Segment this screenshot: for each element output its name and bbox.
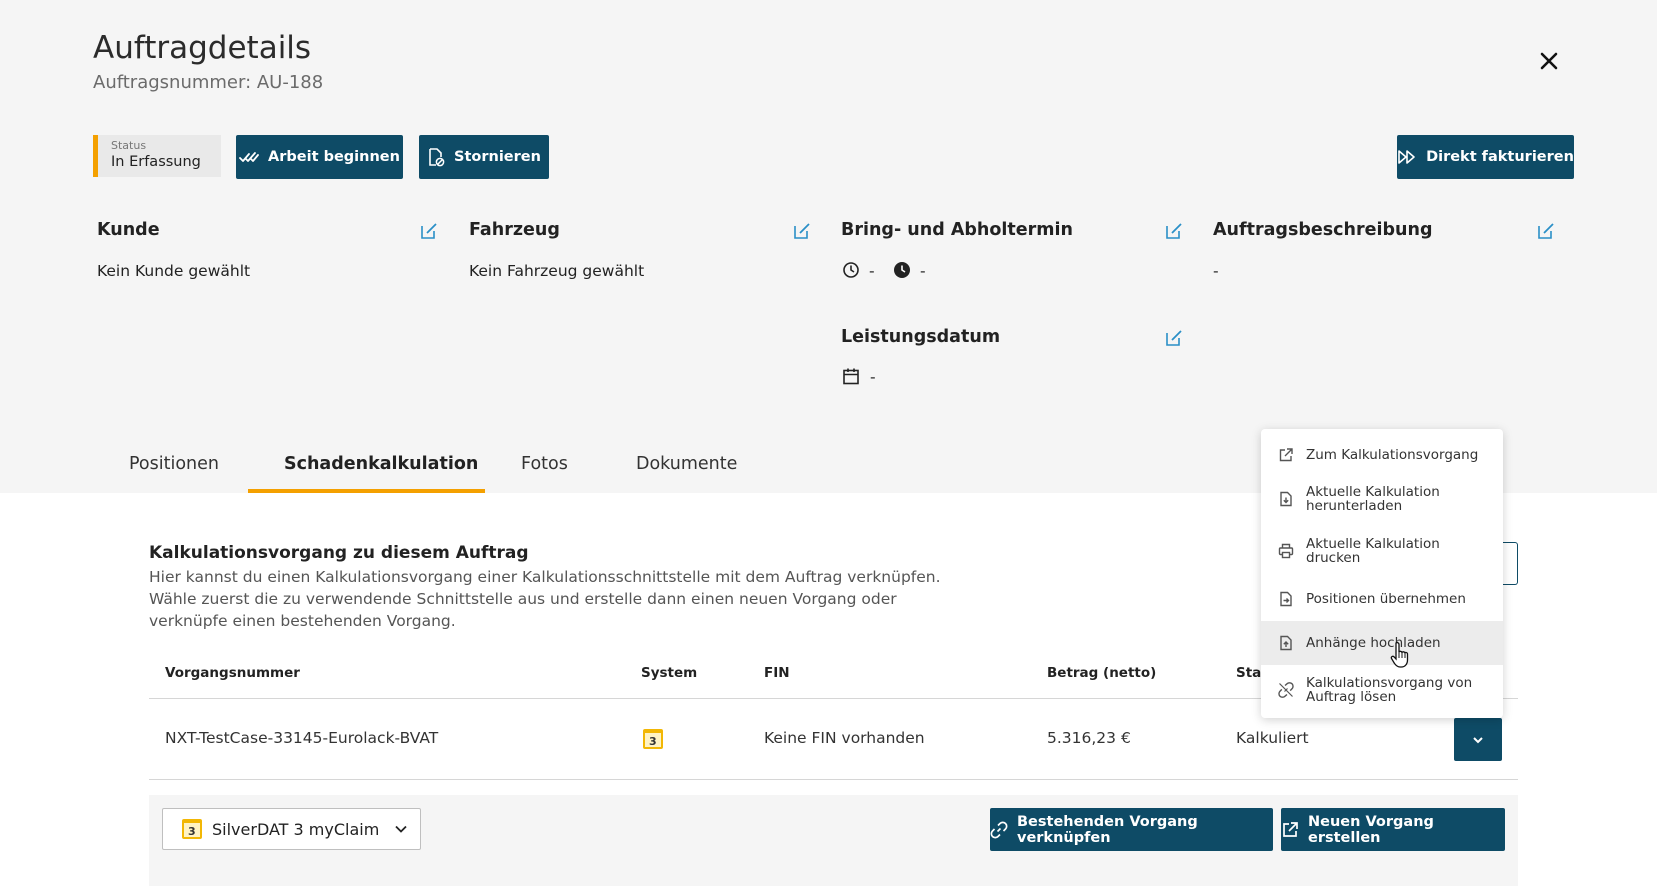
tab-positionen[interactable]: Positionen xyxy=(129,454,219,474)
close-icon[interactable] xyxy=(1536,48,1562,74)
edit-description-icon[interactable] xyxy=(1537,222,1555,240)
description-value: - xyxy=(1213,262,1219,280)
active-tab-indicator xyxy=(248,489,485,493)
customer-value: Kein Kunde gewählt xyxy=(97,262,251,280)
create-new-button[interactable]: Neuen Vorgang erstellen xyxy=(1281,808,1505,851)
status-value: In Erfassung xyxy=(111,154,201,170)
external-link-icon xyxy=(1279,448,1293,462)
direct-invoice-label: Direkt fakturieren xyxy=(1426,149,1574,165)
pickup-time-value: - xyxy=(920,262,926,280)
section-description: Hier kannst du einen Kalkulationsvorgang… xyxy=(149,568,941,630)
hand-cursor-icon xyxy=(1390,641,1409,668)
customer-title: Kunde xyxy=(97,220,160,240)
start-work-button[interactable]: Arbeit beginnen xyxy=(236,135,403,179)
menu-item-label: Aktuelle Kalkulation xyxy=(1306,536,1440,552)
menu-item-unlink-calculation[interactable]: Kalkulationsvorgang von Auftrag lösen xyxy=(1261,665,1503,715)
appointment-title: Bring- und Abholtermin xyxy=(841,220,1073,240)
service-date-value: - xyxy=(870,368,876,386)
link-existing-button[interactable]: Bestehenden Vorgang verknüpfen xyxy=(990,808,1273,851)
edit-service-date-icon[interactable] xyxy=(1165,329,1183,347)
menu-item-download-calculation[interactable]: Aktuelle Kalkulation herunterladen xyxy=(1261,473,1503,525)
fast-forward-icon xyxy=(1398,150,1415,164)
menu-item-label: Anhänge hochladen xyxy=(1306,635,1441,651)
column-header-amount: Betrag (netto) xyxy=(1047,665,1157,681)
clock-icon xyxy=(843,262,859,278)
service-date-title: Leistungsdatum xyxy=(841,327,1001,347)
column-header-fin: FIN xyxy=(764,665,790,681)
menu-item-open-calculation[interactable]: Zum Kalkulationsvorgang xyxy=(1261,437,1503,473)
vehicle-value: Kein Fahrzeug gewählt xyxy=(469,262,645,280)
silverdat-logo-icon: 3 xyxy=(182,819,202,839)
silverdat-logo-icon: 3 xyxy=(642,728,664,750)
status-label: Status xyxy=(111,139,147,152)
tab-fotos[interactable]: Fotos xyxy=(521,454,568,474)
link-icon xyxy=(990,821,1008,838)
menu-item-upload-attachments[interactable]: Anhänge hochladen xyxy=(1261,621,1503,665)
unlink-icon xyxy=(1278,682,1294,698)
double-check-icon xyxy=(239,152,259,162)
menu-item-label-line2: Auftrag lösen xyxy=(1306,689,1397,705)
interface-select-value: SilverDAT 3 myClaim xyxy=(212,819,380,839)
row-amount: 5.316,23 € xyxy=(1047,729,1131,747)
tab-schadenkalkulation[interactable]: Schadenkalkulation xyxy=(284,454,478,474)
menu-item-label: Zum Kalkulationsvorgang xyxy=(1306,447,1479,463)
menu-item-label-line2: herunterladen xyxy=(1306,498,1403,514)
svg-text:3: 3 xyxy=(649,735,657,748)
edit-appointment-icon[interactable] xyxy=(1165,222,1183,240)
cancel-order-button[interactable]: Stornieren xyxy=(419,135,549,179)
row-status: Kalkuliert xyxy=(1236,729,1309,747)
row-actions-toggle-button[interactable] xyxy=(1454,718,1502,761)
menu-item-label: Positionen übernehmen xyxy=(1306,591,1466,607)
svg-text:3: 3 xyxy=(188,825,196,838)
printer-icon xyxy=(1278,543,1294,559)
calendar-icon xyxy=(843,368,859,385)
order-number: Auftragsnummer: AU-188 xyxy=(93,72,324,93)
file-upload-icon xyxy=(1280,635,1292,651)
interface-select[interactable]: 3 SilverDAT 3 myClaim xyxy=(162,808,421,850)
column-header-number: Vorgangsnummer xyxy=(165,665,300,681)
menu-item-label: Aktuelle Kalkulation xyxy=(1306,484,1440,500)
menu-item-label-line2: drucken xyxy=(1306,550,1361,566)
file-import-icon xyxy=(1280,591,1292,607)
menu-item-label: Kalkulationsvorgang von xyxy=(1306,675,1473,691)
vehicle-title: Fahrzeug xyxy=(469,220,560,240)
page-title: Auftragdetails xyxy=(93,30,312,66)
edit-customer-icon[interactable] xyxy=(420,222,438,240)
tab-dokumente[interactable]: Dokumente xyxy=(636,454,737,474)
start-work-label: Arbeit beginnen xyxy=(268,149,400,165)
create-new-label: Neuen Vorgang erstellen xyxy=(1308,813,1434,846)
clock-filled-icon xyxy=(894,262,910,278)
file-download-icon xyxy=(1280,491,1292,507)
file-cancel-icon xyxy=(429,148,445,167)
row-actions-menu: Zum Kalkulationsvorgang Aktuelle Kalkula… xyxy=(1261,429,1503,718)
status-badge: Status In Erfassung xyxy=(93,135,221,177)
edit-vehicle-icon[interactable] xyxy=(793,222,811,240)
bring-time-value: - xyxy=(869,262,875,280)
table-row-divider xyxy=(149,779,1518,780)
description-title: Auftragsbeschreibung xyxy=(1213,220,1433,240)
row-fin: Keine FIN vorhanden xyxy=(764,729,925,747)
direct-invoice-button[interactable]: Direkt fakturieren xyxy=(1397,135,1574,179)
chevron-down-icon xyxy=(1473,736,1483,743)
menu-item-take-positions[interactable]: Positionen übernehmen xyxy=(1261,577,1503,621)
cancel-order-label: Stornieren xyxy=(454,149,541,165)
chevron-down-icon xyxy=(395,825,407,833)
column-header-system: System xyxy=(641,665,698,681)
row-number: NXT-TestCase-33145-Eurolack-BVAT xyxy=(165,729,439,747)
section-title: Kalkulationsvorgang zu diesem Auftrag xyxy=(149,543,529,563)
menu-item-print-calculation[interactable]: Aktuelle Kalkulation drucken xyxy=(1261,525,1503,577)
link-existing-label: Bestehenden Vorgang verknüpfen xyxy=(1017,813,1198,846)
external-link-icon xyxy=(1283,821,1298,837)
